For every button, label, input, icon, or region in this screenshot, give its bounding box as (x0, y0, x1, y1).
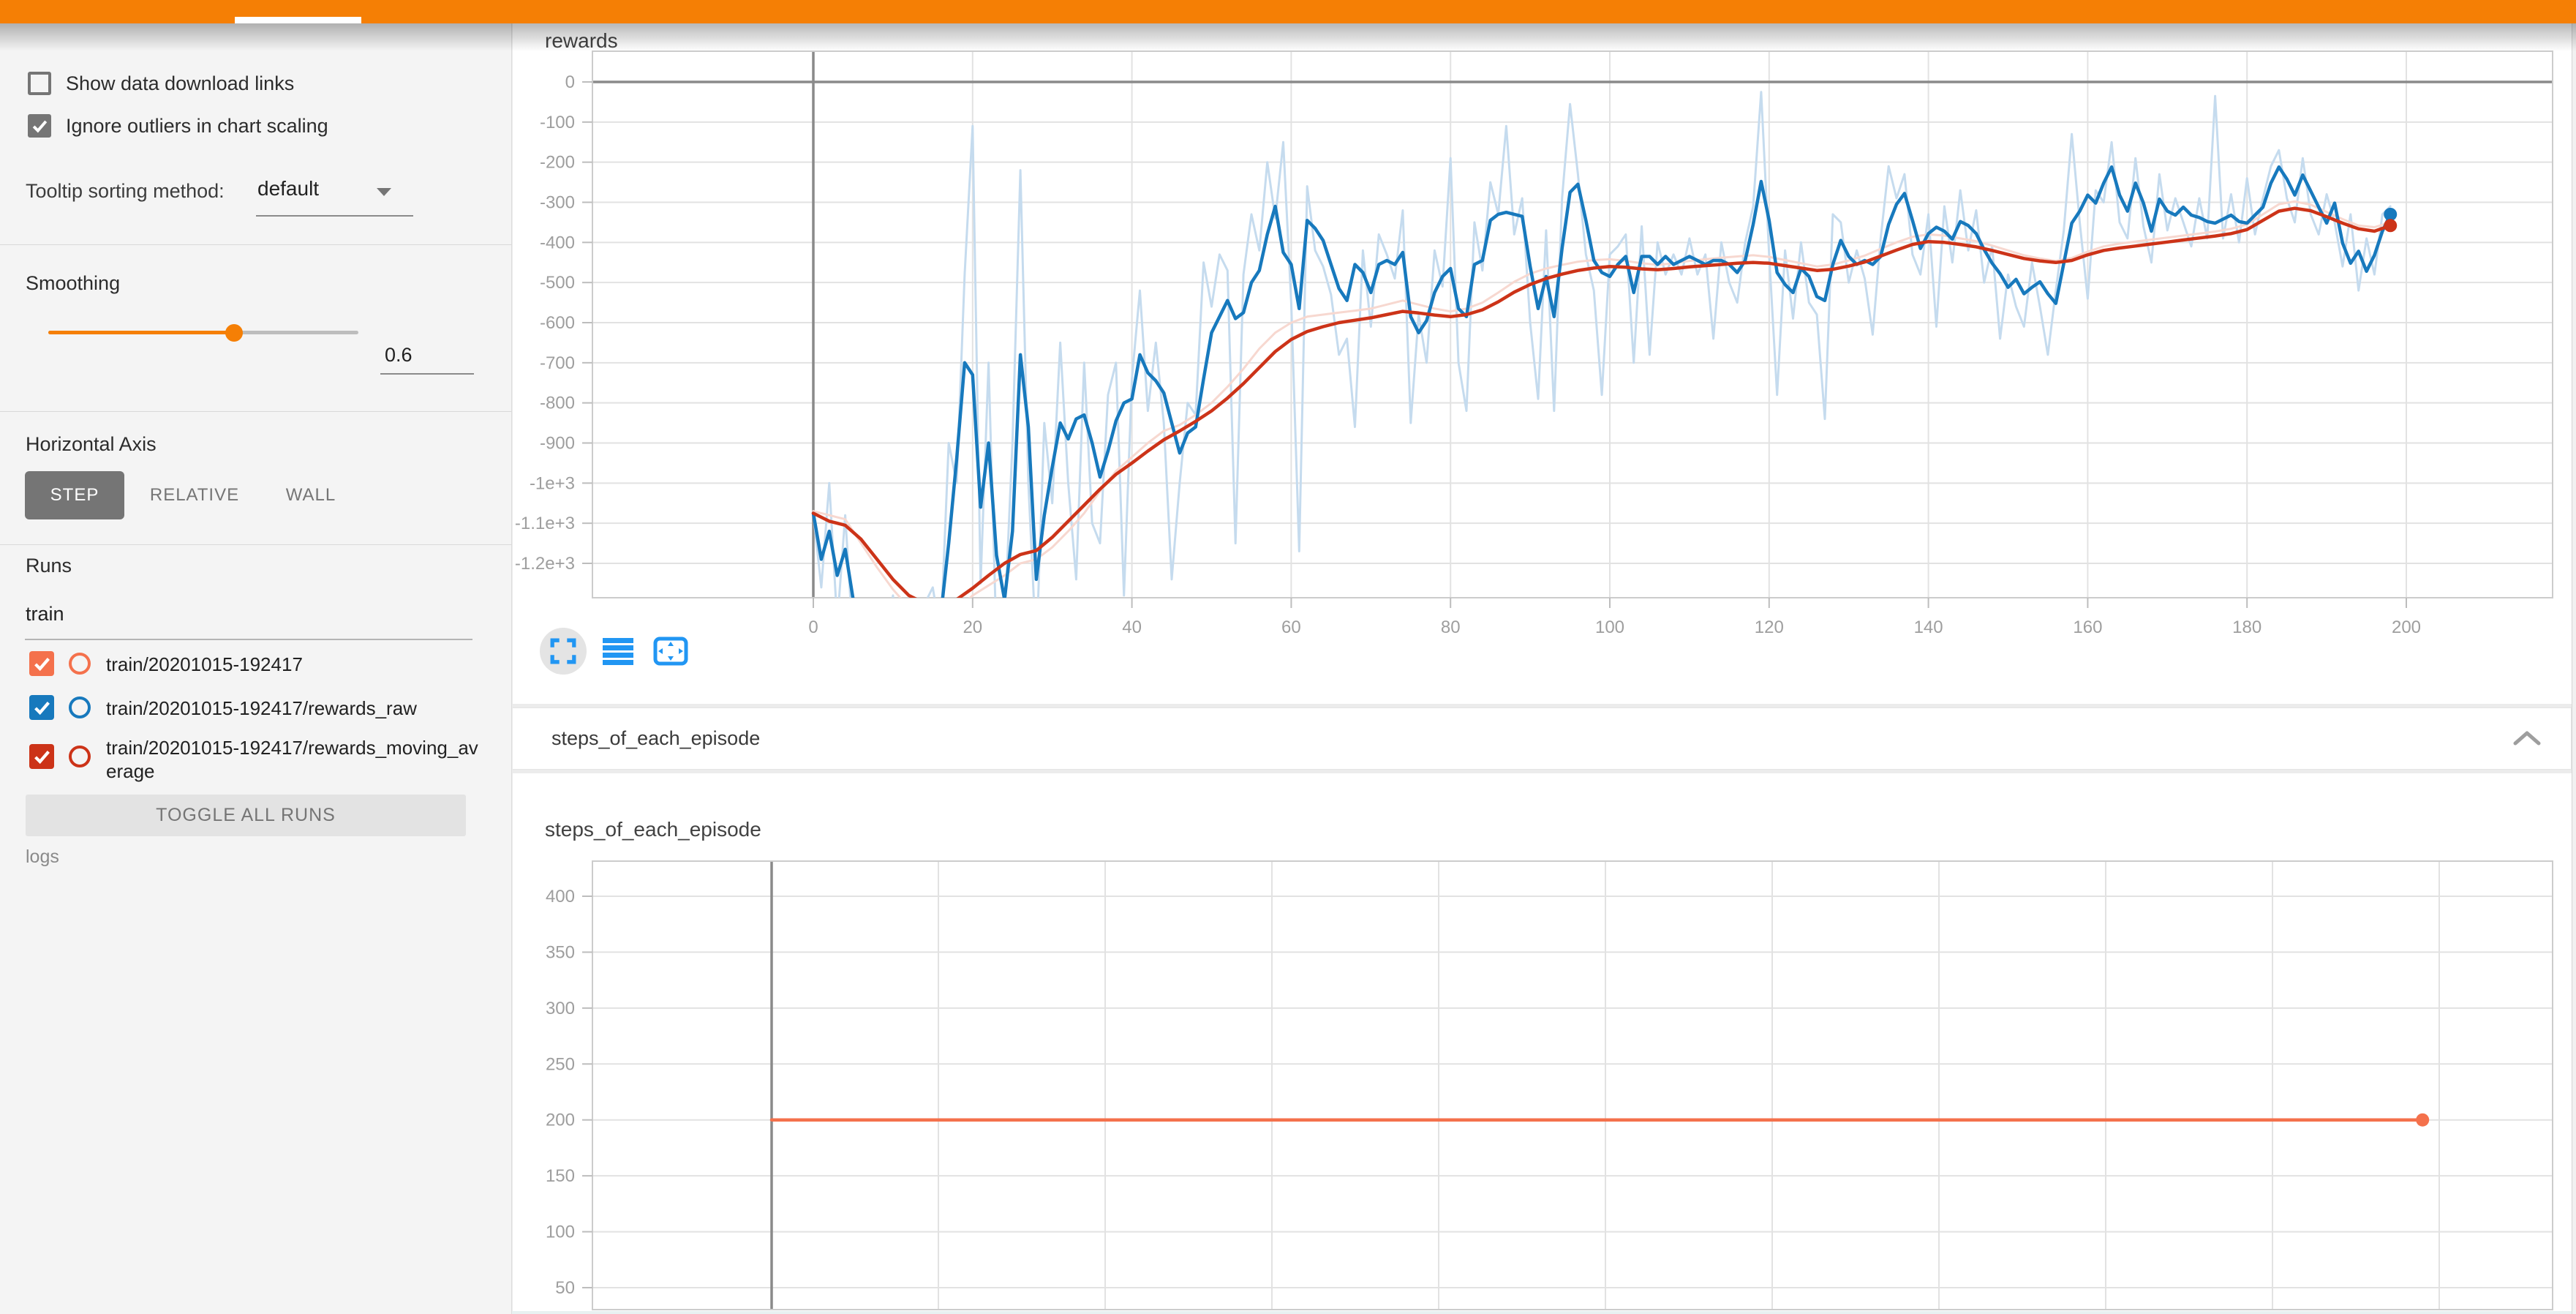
ignore-outliers-label: Ignore outliers in chart scaling (66, 115, 328, 138)
smoothing-input[interactable]: 0.6 (385, 344, 413, 367)
fullscreen-icon (550, 638, 576, 664)
tensorboard-scalars-page: { "header": { "active_tab_indicator": "S… (0, 0, 2576, 1314)
tooltip-sorting-label: Tooltip sorting method: (26, 180, 225, 203)
rewards-chart-title: rewards (545, 29, 618, 53)
chart-bottom-edge (512, 1311, 2572, 1314)
smoothing-input-underline (380, 373, 474, 375)
check-icon (31, 653, 53, 675)
smoothing-slider[interactable] (48, 323, 363, 342)
page-scrollbar[interactable] (2572, 23, 2576, 1314)
steps-card (513, 773, 2572, 1314)
steps-chart-title: steps_of_each_episode (545, 818, 761, 841)
run-checkbox-2[interactable] (29, 695, 54, 720)
rewards-card (513, 23, 2572, 704)
run-checkbox-1[interactable] (29, 651, 54, 676)
runs-label: Runs (26, 555, 72, 577)
slider-fill (48, 331, 234, 334)
steps-section-title: steps_of_each_episode (551, 727, 760, 750)
run-radio-3[interactable] (69, 746, 91, 767)
run-label-3: train/20201015-192417/rewards_moving_ave… (106, 736, 479, 783)
run-label-2: train/20201015-192417/rewards_raw (106, 697, 486, 720)
active-tab-indicator (235, 17, 361, 23)
divider (0, 244, 512, 245)
run-filter-underline (25, 639, 472, 640)
expand-chart-button[interactable] (540, 628, 587, 675)
run-radio-1[interactable] (69, 653, 91, 675)
divider (0, 411, 512, 412)
tooltip-sorting-underline (256, 215, 413, 217)
settings-sidebar: Show data download links Ignore outliers… (0, 23, 512, 1314)
check-icon (31, 746, 53, 767)
horizontal-axis-step-button[interactable]: STEP (25, 471, 124, 519)
run-filter-input[interactable]: train (26, 603, 64, 626)
data-table-button[interactable] (597, 628, 639, 675)
smoothing-label: Smoothing (26, 272, 120, 295)
horizontal-axis-label: Horizontal Axis (26, 433, 157, 456)
fit-to-data-icon (652, 636, 689, 667)
app-bar (0, 0, 2576, 23)
collapse-section-button[interactable] (2501, 721, 2553, 757)
slider-handle[interactable] (225, 324, 243, 342)
chart-toolbar (540, 626, 692, 677)
rows-icon (603, 637, 633, 665)
show-download-links-checkbox[interactable] (28, 72, 51, 95)
logs-path-label: logs (26, 846, 59, 868)
check-icon (31, 697, 53, 718)
run-radio-2[interactable] (69, 697, 91, 718)
ignore-outliers-checkbox[interactable] (28, 114, 51, 138)
chevron-up-icon (2512, 730, 2542, 746)
run-checkbox-3[interactable] (29, 744, 54, 769)
dropdown-arrow-icon (377, 188, 391, 196)
check-icon (29, 116, 50, 136)
steps-section-header[interactable] (513, 707, 2572, 770)
horizontal-axis-wall-button[interactable]: WALL (263, 471, 358, 519)
toggle-all-runs-button[interactable]: TOGGLE ALL RUNS (26, 795, 466, 836)
divider (0, 544, 512, 545)
tooltip-sorting-select[interactable]: default (257, 177, 319, 200)
horizontal-axis-relative-button[interactable]: RELATIVE (143, 471, 246, 519)
run-label-1: train/20201015-192417 (106, 653, 486, 676)
fit-domain-button[interactable] (649, 628, 692, 675)
show-download-links-label: Show data download links (66, 72, 294, 95)
